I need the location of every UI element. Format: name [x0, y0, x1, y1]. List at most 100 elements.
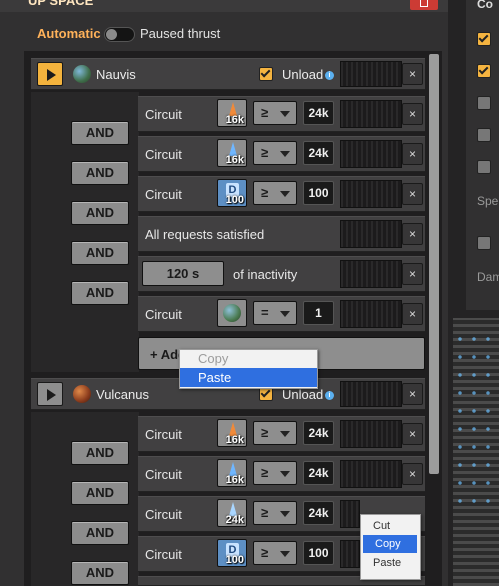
- right-checkbox[interactable]: [477, 96, 491, 110]
- signal-slot[interactable]: D 100: [217, 179, 247, 207]
- right-checkbox[interactable]: [477, 128, 491, 142]
- remove-condition-button[interactable]: ×: [402, 263, 423, 285]
- value-field[interactable]: 24k: [303, 101, 334, 125]
- right-label-speed: Spe: [477, 194, 499, 208]
- remove-condition-button[interactable]: ×: [402, 423, 423, 445]
- trash-icon: [420, 0, 428, 7]
- and-button[interactable]: AND: [71, 281, 129, 305]
- comparator-dropdown[interactable]: ≥: [253, 181, 297, 205]
- and-button[interactable]: AND: [71, 201, 129, 225]
- signal-slot[interactable]: 16k: [217, 99, 247, 127]
- remove-condition-button[interactable]: ×: [402, 463, 423, 485]
- scrollbar[interactable]: [429, 54, 439, 474]
- and-button[interactable]: AND: [71, 481, 129, 505]
- drag-handle[interactable]: [340, 420, 402, 448]
- remove-condition-button[interactable]: ×: [402, 103, 423, 125]
- drag-handle[interactable]: [340, 300, 402, 328]
- menu-item-paste[interactable]: Paste: [180, 368, 317, 387]
- check-icon: [260, 67, 271, 78]
- play-icon: [47, 389, 56, 401]
- menu-item-paste[interactable]: Paste: [361, 553, 420, 573]
- comparator-dropdown[interactable]: ≥: [253, 421, 297, 445]
- and-button[interactable]: AND: [71, 161, 129, 185]
- remove-condition-button[interactable]: ×: [402, 143, 423, 165]
- right-checkbox[interactable]: [477, 236, 491, 250]
- nauvis-planet-icon: [73, 65, 91, 83]
- info-icon[interactable]: i: [325, 391, 334, 400]
- drag-handle[interactable]: [340, 381, 402, 407]
- drag-handle[interactable]: [340, 180, 402, 208]
- drag-handle[interactable]: [340, 140, 402, 168]
- condition-label: Circuit: [145, 187, 182, 202]
- remove-condition-button[interactable]: ×: [402, 303, 423, 325]
- value-field[interactable]: 1: [303, 301, 334, 325]
- menu-item-cut[interactable]: Cut: [361, 515, 420, 535]
- signal-slot[interactable]: 16k: [217, 459, 247, 487]
- value-field[interactable]: 24k: [303, 141, 334, 165]
- comparator-dropdown[interactable]: ≥: [253, 141, 297, 165]
- drag-handle[interactable]: [340, 100, 402, 128]
- item-count: 16k: [225, 474, 244, 486]
- condition-label: Circuit: [145, 427, 182, 442]
- comparator-dropdown[interactable]: ≥: [253, 501, 297, 525]
- and-button[interactable]: AND: [71, 241, 129, 265]
- value-field[interactable]: 24k: [303, 421, 334, 445]
- drag-handle[interactable]: [340, 260, 402, 288]
- delete-button[interactable]: [410, 0, 438, 10]
- info-icon[interactable]: i: [325, 71, 334, 80]
- and-button[interactable]: AND: [71, 441, 129, 465]
- value-field[interactable]: 24k: [303, 461, 334, 485]
- remove-condition-button[interactable]: ×: [402, 223, 423, 245]
- chevron-down-icon: [280, 311, 290, 317]
- map-lights: [453, 330, 499, 510]
- signal-slot[interactable]: [217, 299, 247, 327]
- drag-handle[interactable]: [340, 220, 402, 248]
- chevron-down-icon: [280, 191, 290, 197]
- automatic-toggle[interactable]: [104, 27, 135, 42]
- remove-condition-button[interactable]: ×: [402, 183, 423, 205]
- right-checkbox[interactable]: [477, 64, 491, 78]
- signal-slot[interactable]: 24k: [217, 499, 247, 527]
- and-button[interactable]: AND: [71, 561, 129, 585]
- right-checkbox[interactable]: [477, 160, 491, 174]
- unload-checkbox[interactable]: [259, 67, 273, 81]
- remove-stop-button[interactable]: ×: [402, 383, 423, 405]
- drag-handle[interactable]: [340, 460, 402, 488]
- drag-handle[interactable]: [340, 540, 360, 568]
- play-stop-button[interactable]: [37, 382, 63, 406]
- item-count: 16k: [225, 154, 244, 166]
- condition-label: of inactivity: [233, 267, 298, 282]
- drag-handle[interactable]: [340, 500, 360, 528]
- duration-field[interactable]: 120 s: [142, 261, 224, 286]
- right-checkbox[interactable]: [477, 32, 491, 46]
- comparator-dropdown[interactable]: ≥: [253, 541, 297, 565]
- and-button[interactable]: AND: [71, 121, 129, 145]
- stop-name: Nauvis: [96, 67, 136, 82]
- signal-slot[interactable]: D 100: [217, 539, 247, 567]
- menu-item-copy[interactable]: Copy: [363, 535, 417, 553]
- item-count: 100: [225, 554, 244, 566]
- comparator-value: ≥: [261, 545, 269, 560]
- comparator-dropdown[interactable]: ≥: [253, 101, 297, 125]
- chevron-down-icon: [280, 551, 290, 557]
- value-field[interactable]: 100: [303, 541, 334, 565]
- comparator-dropdown[interactable]: =: [253, 301, 297, 325]
- signal-slot[interactable]: 16k: [217, 139, 247, 167]
- remove-stop-button[interactable]: ×: [402, 63, 423, 85]
- comparator-value: ≥: [261, 505, 269, 520]
- check-icon: [478, 64, 489, 75]
- comparator-dropdown[interactable]: ≥: [253, 461, 297, 485]
- toggle-knob: [106, 29, 117, 40]
- unload-checkbox[interactable]: [259, 387, 273, 401]
- value-field[interactable]: 100: [303, 181, 334, 205]
- value-field[interactable]: 24k: [303, 501, 334, 525]
- drag-handle[interactable]: [340, 61, 402, 87]
- comparator-value: ≥: [261, 105, 269, 120]
- check-icon: [260, 387, 271, 398]
- menu-item-copy[interactable]: Copy: [180, 350, 317, 368]
- and-button[interactable]: AND: [71, 521, 129, 545]
- panel-title: UP SPACE: [0, 0, 448, 12]
- signal-slot[interactable]: 16k: [217, 419, 247, 447]
- play-stop-button[interactable]: [37, 62, 63, 86]
- nauvis-planet-icon: [223, 304, 241, 322]
